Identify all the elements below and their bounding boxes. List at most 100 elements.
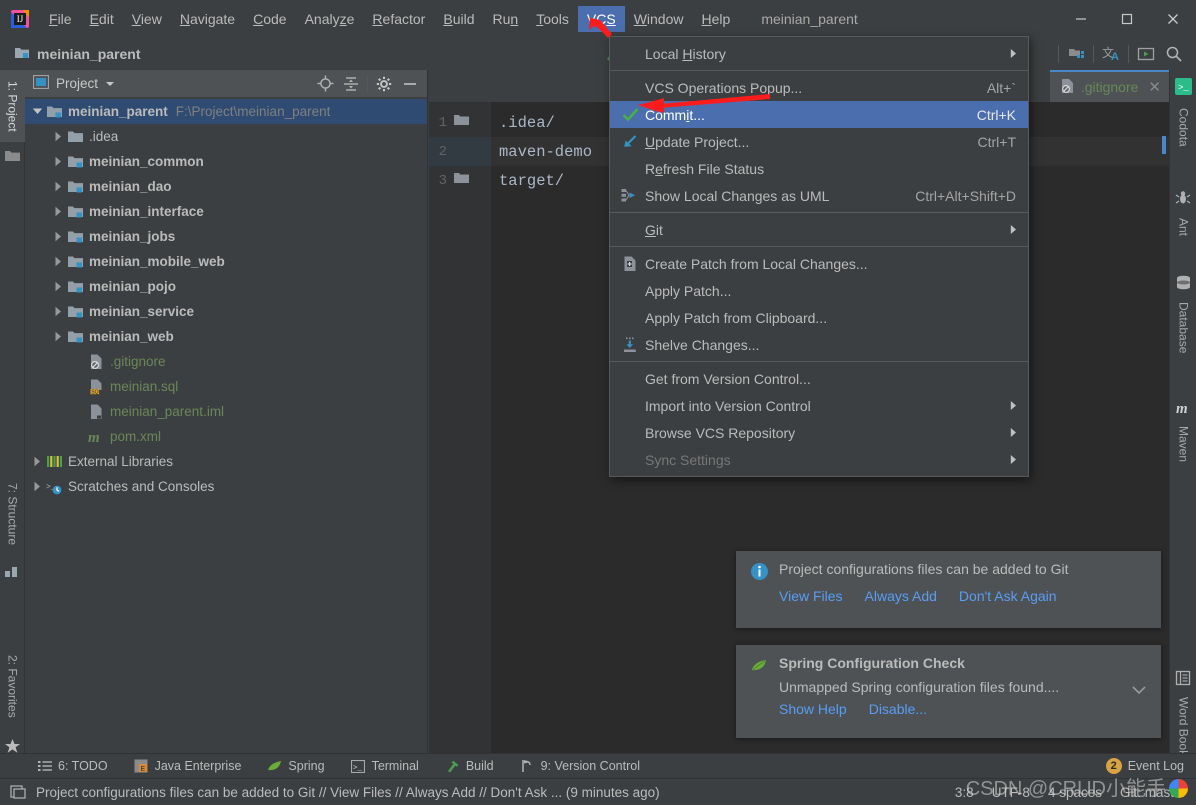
- menubar-item-file[interactable]: File: [40, 6, 81, 32]
- bottom-tab-version-control[interactable]: 9: Version Control: [507, 759, 653, 774]
- sidebar-item-codota[interactable]: Codota: [1171, 98, 1196, 156]
- dont-ask-again-link[interactable]: Don't Ask Again: [959, 588, 1057, 604]
- tree-node[interactable]: meinian_parent F:\Project\meinian_parent: [25, 99, 427, 124]
- tree-node[interactable]: SQL meinian.sql: [25, 374, 427, 399]
- vcs-dropdown-menu[interactable]: Local History VCS Operations Popup... Alt+…: [609, 36, 1029, 477]
- chevron-right-icon[interactable]: [50, 274, 66, 299]
- tree-node[interactable]: .gitignore: [25, 349, 427, 374]
- chevron-right-icon[interactable]: [50, 199, 66, 224]
- sidebar-item-ant[interactable]: Ant: [1171, 210, 1196, 244]
- menu-item-apply-patch[interactable]: Apply Patch...: [610, 277, 1028, 304]
- menu-item-git[interactable]: Git: [610, 216, 1028, 243]
- tree-node[interactable]: meinian_web: [25, 324, 427, 349]
- menubar-item-refactor[interactable]: Refactor: [363, 6, 434, 32]
- menubar-item-run[interactable]: Run: [484, 6, 528, 32]
- chevron-down-icon[interactable]: [105, 76, 115, 91]
- tree-node[interactable]: meinian_dao: [25, 174, 427, 199]
- menubar-item-edit[interactable]: Edit: [81, 6, 123, 32]
- chevron-right-icon[interactable]: [50, 174, 66, 199]
- close-button[interactable]: [1150, 0, 1196, 37]
- project-tree[interactable]: meinian_parent F:\Project\meinian_parent.…: [25, 97, 427, 753]
- locate-target-icon[interactable]: [312, 72, 338, 96]
- sidebar-item-maven[interactable]: Maven: [1171, 420, 1196, 468]
- encoding-widget[interactable]: UTF-8: [992, 785, 1030, 800]
- chevron-down-icon[interactable]: [29, 99, 45, 124]
- chevron-right-icon[interactable]: [50, 124, 66, 149]
- breadcrumb[interactable]: meinian_parent: [14, 45, 140, 63]
- maximize-button[interactable]: [1104, 0, 1150, 37]
- editor-tab-gitignore[interactable]: .gitignore ✕: [1049, 70, 1169, 102]
- indent-widget[interactable]: 4 spaces: [1048, 785, 1102, 800]
- show-help-link[interactable]: Show Help: [779, 701, 847, 717]
- scrollbar-marker[interactable]: [1162, 136, 1166, 154]
- translate-icon[interactable]: 文A: [1097, 41, 1125, 67]
- codota-icon[interactable]: >_: [1175, 78, 1192, 95]
- bottom-tab-build[interactable]: Build: [432, 759, 507, 774]
- menu-item-show-local-changes-as-uml[interactable]: Show Local Changes as UML Ctrl+Alt+Shift+…: [610, 182, 1028, 209]
- gear-icon[interactable]: [371, 72, 397, 96]
- bottom-tab-todo[interactable]: 6: TODO: [24, 759, 121, 774]
- menu-item-get-from-version-control[interactable]: Get from Version Control...: [610, 365, 1028, 392]
- disable-link[interactable]: Disable...: [869, 701, 927, 717]
- editor-gutter[interactable]: 1 2 3: [429, 102, 491, 753]
- bottom-tab-terminal[interactable]: >_ Terminal: [338, 759, 432, 774]
- status-message-icon[interactable]: [10, 784, 26, 800]
- tree-node[interactable]: meinian_mobile_web: [25, 249, 427, 274]
- chevron-down-icon[interactable]: [1131, 683, 1147, 698]
- menubar-item-view[interactable]: View: [123, 6, 171, 32]
- chevron-right-icon[interactable]: [50, 249, 66, 274]
- maven-m-icon[interactable]: m: [1175, 400, 1192, 417]
- menu-item-vcs-operations-popup[interactable]: VCS Operations Popup... Alt+`: [610, 74, 1028, 101]
- close-icon[interactable]: ✕: [1148, 78, 1161, 96]
- tree-node[interactable]: meinian_interface: [25, 199, 427, 224]
- caret-position-widget[interactable]: 3:8: [955, 785, 974, 800]
- project-folder-icon[interactable]: [4, 148, 21, 165]
- menu-item-apply-patch-from-clipboard[interactable]: Apply Patch from Clipboard...: [610, 304, 1028, 331]
- tree-node[interactable]: m pom.xml: [25, 424, 427, 449]
- git-branch-widget[interactable]: Git: master: [1120, 785, 1186, 800]
- bottom-tab-spring[interactable]: Spring: [254, 759, 337, 774]
- menubar-item-code[interactable]: Code: [244, 6, 295, 32]
- menubar-item-navigate[interactable]: Navigate: [171, 6, 244, 32]
- event-log-button[interactable]: 2 Event Log: [1105, 758, 1196, 774]
- menubar-item-help[interactable]: Help: [693, 6, 740, 32]
- collapse-all-icon[interactable]: [338, 72, 364, 96]
- menu-item-refresh-file-status[interactable]: Refresh File Status: [610, 155, 1028, 182]
- tree-node[interactable]: External Libraries: [25, 449, 427, 474]
- ant-icon[interactable]: [1175, 190, 1192, 207]
- project-structure-icon[interactable]: [1062, 41, 1090, 67]
- run-preview-icon[interactable]: [1132, 41, 1160, 67]
- bottom-tab-java-enterprise[interactable]: E Java Enterprise: [121, 759, 255, 774]
- sidebar-item-database[interactable]: Database: [1171, 295, 1196, 361]
- chevron-right-icon[interactable]: [50, 299, 66, 324]
- menubar-item-vcs[interactable]: VCS: [577, 5, 625, 32]
- always-add-link[interactable]: Always Add: [865, 588, 937, 604]
- sidebar-item-project[interactable]: 1: Project: [0, 70, 25, 142]
- hide-panel-icon[interactable]: [397, 72, 423, 96]
- sidebar-item-favorites[interactable]: 2: Favorites: [0, 640, 25, 732]
- menu-item-commit[interactable]: Commit... Ctrl+K: [610, 101, 1028, 128]
- tree-node[interactable]: meinian_pojo: [25, 274, 427, 299]
- structure-icon[interactable]: [4, 564, 21, 581]
- chevron-right-icon[interactable]: [29, 474, 45, 499]
- menubar-item-analyze[interactable]: Analyze: [296, 6, 364, 32]
- menu-item-shelve-changes[interactable]: Shelve Changes...: [610, 331, 1028, 358]
- view-files-link[interactable]: View Files: [779, 588, 843, 604]
- tree-node[interactable]: meinian_common: [25, 149, 427, 174]
- tree-node[interactable]: meinian_jobs: [25, 224, 427, 249]
- search-icon[interactable]: [1160, 41, 1188, 67]
- menu-item-import-into-version-control[interactable]: Import into Version Control: [610, 392, 1028, 419]
- menubar-item-build[interactable]: Build: [434, 6, 483, 32]
- tree-node[interactable]: meinian_service: [25, 299, 427, 324]
- chevron-right-icon[interactable]: [50, 324, 66, 349]
- minimize-button[interactable]: [1058, 0, 1104, 37]
- word-book-icon[interactable]: [1175, 670, 1192, 687]
- menu-item-update-project[interactable]: Update Project... Ctrl+T: [610, 128, 1028, 155]
- chevron-right-icon[interactable]: [29, 449, 45, 474]
- tree-node[interactable]: meinian_parent.iml: [25, 399, 427, 424]
- tree-node[interactable]: .idea: [25, 124, 427, 149]
- sidebar-item-structure[interactable]: 7: Structure: [0, 470, 25, 558]
- database-icon[interactable]: [1175, 275, 1192, 292]
- chevron-right-icon[interactable]: [50, 149, 66, 174]
- status-message[interactable]: Project configurations files can be adde…: [36, 785, 660, 800]
